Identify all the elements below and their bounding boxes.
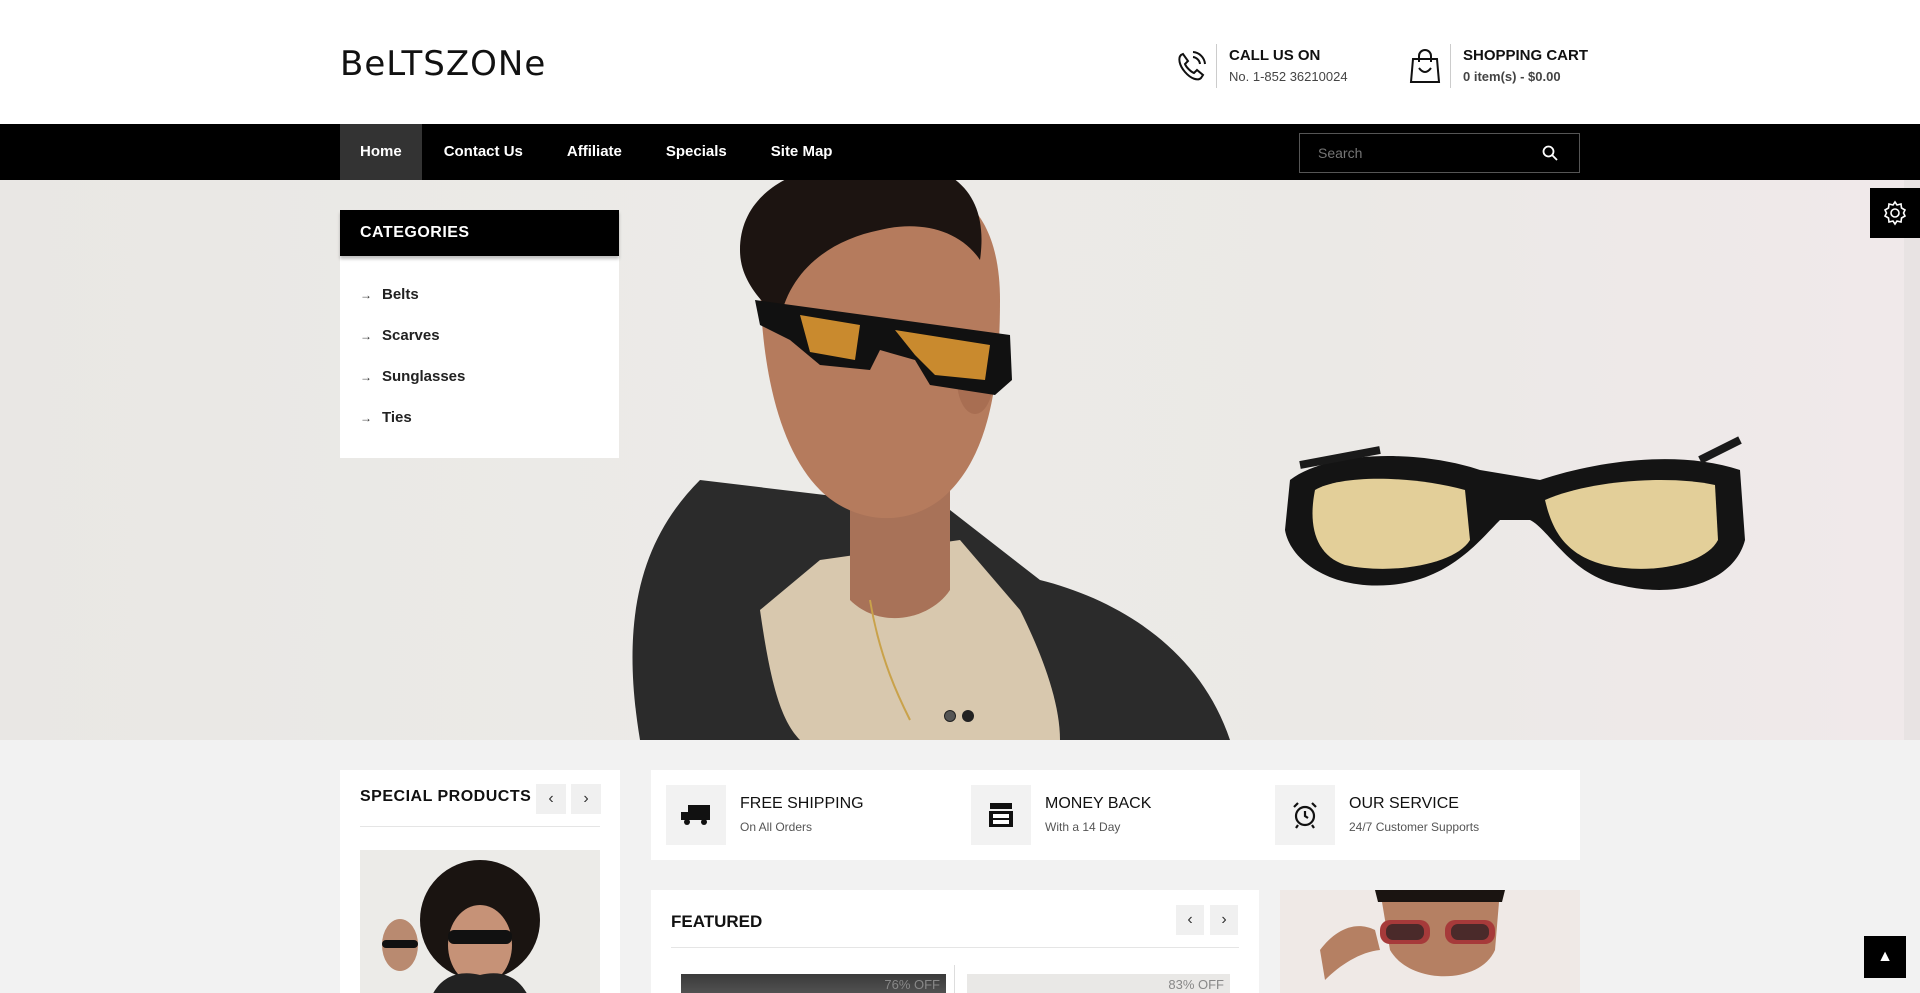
cash-register-icon xyxy=(971,785,1031,845)
arrow-right-icon: → xyxy=(360,328,372,343)
categories-list: → Belts → Scarves → Sunglasses → Ties xyxy=(340,256,619,438)
service-subtitle: On All Orders xyxy=(740,820,813,834)
special-product-image[interactable] xyxy=(360,850,600,993)
hero-edge xyxy=(1904,180,1920,740)
featured-product-2[interactable]: 83% OFF xyxy=(967,974,1230,993)
hero-image xyxy=(632,180,1745,740)
discount-badge: 83% OFF xyxy=(1168,977,1224,992)
site-header: BeLTSZONe CALL US ON No. 1-852 36210024 … xyxy=(0,0,1920,124)
settings-button[interactable] xyxy=(1870,188,1920,238)
nav-item-specials[interactable]: Specials xyxy=(644,124,749,180)
service-free-shipping: FREE SHIPPING On All Orders xyxy=(666,785,864,845)
slider-dots xyxy=(944,710,974,722)
chevron-left-icon: ‹ xyxy=(548,790,554,807)
call-us-block: CALL US ON No. 1-852 36210024 xyxy=(1173,44,1348,88)
special-next-button[interactable]: › xyxy=(571,784,601,814)
shopping-bag-icon[interactable] xyxy=(1407,44,1451,88)
phone-icon xyxy=(1173,44,1217,88)
divider xyxy=(360,826,600,827)
nav-item-contact-us[interactable]: Contact Us xyxy=(422,124,545,180)
slider-dot-2[interactable] xyxy=(962,710,974,722)
categories-title: CATEGORIES xyxy=(340,210,619,256)
nav-item-home[interactable]: Home xyxy=(340,124,422,180)
arrow-right-icon: → xyxy=(360,410,372,425)
services-bar: FREE SHIPPING On All Orders MONEY BACK W… xyxy=(651,770,1580,860)
discount-badge: 76% OFF xyxy=(884,977,940,992)
site-logo[interactable]: BeLTSZONe xyxy=(340,44,546,84)
featured-next-button[interactable]: › xyxy=(1210,905,1238,935)
call-title: CALL US ON xyxy=(1229,46,1321,64)
back-to-top-button[interactable]: ▲ xyxy=(1864,936,1906,978)
service-subtitle: 24/7 Customer Supports xyxy=(1349,820,1480,834)
category-item-belts[interactable]: → Belts xyxy=(340,274,619,315)
alarm-clock-icon xyxy=(1275,785,1335,845)
category-item-ties[interactable]: → Ties xyxy=(340,397,619,438)
nav-item-affiliate[interactable]: Affiliate xyxy=(545,124,644,180)
category-label[interactable]: Sunglasses xyxy=(382,368,465,385)
category-item-scarves[interactable]: → Scarves xyxy=(340,315,619,356)
search-input[interactable] xyxy=(1300,145,1530,161)
search-icon xyxy=(1542,145,1558,161)
gear-icon xyxy=(1883,200,1907,226)
arrow-right-icon: → xyxy=(360,369,372,384)
nav-item-site-map[interactable]: Site Map xyxy=(749,124,855,180)
slider-dot-1[interactable] xyxy=(944,710,956,722)
special-prev-button[interactable]: ‹ xyxy=(536,784,566,814)
category-label[interactable]: Belts xyxy=(382,286,419,303)
search-box xyxy=(1299,133,1580,173)
divider xyxy=(954,965,955,993)
category-label[interactable]: Ties xyxy=(382,409,412,426)
chevron-right-icon: › xyxy=(1221,911,1227,928)
service-title: FREE SHIPPING xyxy=(740,795,864,812)
truck-icon xyxy=(666,785,726,845)
main-nav: Home Contact Us Affiliate Specials Site … xyxy=(0,124,1920,180)
service-title: MONEY BACK xyxy=(1045,795,1152,812)
categories-panel: CATEGORIES → Belts → Scarves → Sunglasses →… xyxy=(340,210,619,458)
search-button[interactable] xyxy=(1530,134,1570,172)
service-subtitle: With a 14 Day xyxy=(1045,820,1121,834)
arrow-up-icon: ▲ xyxy=(1877,948,1893,965)
promo-banner[interactable] xyxy=(1280,890,1580,993)
service-title: OUR SERVICE xyxy=(1349,795,1459,812)
hero-slider[interactable] xyxy=(0,180,1904,740)
category-label[interactable]: Scarves xyxy=(382,327,440,344)
featured-product-1[interactable]: 76% OFF xyxy=(681,974,946,993)
featured-panel: FEATURED ‹ › 76% OFF 83% OFF xyxy=(651,890,1259,993)
special-products-title: SPECIAL PRODUCTS xyxy=(360,788,532,805)
divider xyxy=(671,947,1239,948)
featured-prev-button[interactable]: ‹ xyxy=(1176,905,1204,935)
arrow-right-icon: → xyxy=(360,287,372,302)
special-products-panel: SPECIAL PRODUCTS ‹ › xyxy=(340,770,620,993)
cart-summary[interactable]: 0 item(s) - $0.00 xyxy=(1463,67,1588,87)
service-money-back: MONEY BACK With a 14 Day xyxy=(971,785,1151,845)
call-number[interactable]: No. 1-852 36210024 xyxy=(1229,67,1348,87)
chevron-right-icon: › xyxy=(583,790,589,807)
category-item-sunglasses[interactable]: → Sunglasses xyxy=(340,356,619,397)
shopping-cart[interactable]: SHOPPING CART 0 item(s) - $0.00 xyxy=(1407,44,1588,88)
featured-title: FEATURED xyxy=(671,912,763,931)
cart-title[interactable]: SHOPPING CART xyxy=(1463,46,1588,66)
chevron-left-icon: ‹ xyxy=(1187,911,1193,928)
service-our-service: OUR SERVICE 24/7 Customer Supports xyxy=(1275,785,1479,845)
